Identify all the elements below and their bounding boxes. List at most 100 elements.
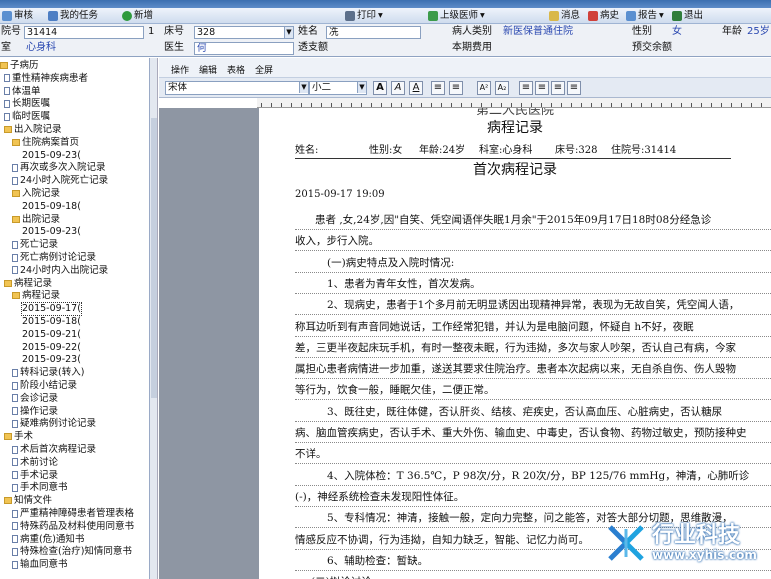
tree-item[interactable]: 术后首次病程记录	[12, 444, 96, 456]
ruler-tick	[391, 103, 392, 107]
brand-logo-icon	[608, 524, 644, 561]
message-button[interactable]: 消息	[549, 9, 580, 23]
senior-doctor-button[interactable]: 上级医师 ▾	[428, 9, 485, 23]
align-left-icon[interactable]: ≡	[519, 81, 533, 95]
admission-number-field[interactable]: 31414	[24, 26, 144, 39]
doctor-field[interactable]: 何	[194, 42, 294, 55]
tree-item[interactable]: 临时医嘱	[4, 111, 50, 123]
record-date-item[interactable]: 2015-09-23(	[22, 226, 81, 238]
scrollbar-thumb[interactable]	[151, 118, 157, 398]
record-date-item[interactable]: 2015-09-23(	[22, 354, 81, 366]
history-button[interactable]: 病史	[588, 9, 619, 23]
ruler-tick	[461, 103, 462, 107]
document-icon	[12, 381, 18, 390]
line-underline	[295, 292, 771, 294]
tree-item[interactable]: 出入院记录	[4, 124, 62, 136]
tree-item[interactable]: 死亡病例讨论记录	[12, 252, 96, 264]
document-icon	[12, 419, 18, 428]
tree-item[interactable]: 特殊检查(治疗)知情同意书	[12, 546, 132, 558]
tree-item[interactable]: 病程记录	[4, 278, 52, 290]
line-underline	[295, 271, 771, 273]
document-icon	[12, 458, 18, 467]
document-icon	[12, 407, 18, 416]
record-date-item[interactable]: 2015-09-17(	[21, 302, 82, 317]
tree-item[interactable]: 特殊药品及材料使用同意书	[12, 521, 134, 533]
envelope-icon	[549, 11, 559, 21]
bed-select[interactable]: 328 ▼	[194, 26, 294, 39]
tree-item[interactable]: 输血同意书	[12, 559, 68, 571]
folder-icon	[12, 190, 20, 197]
tree-item[interactable]: 长期医嘱	[4, 98, 50, 110]
font-size-select[interactable]: 小二 ▼	[309, 81, 367, 95]
line-underline	[295, 378, 771, 380]
doctor-label: 医生	[164, 42, 184, 53]
document-icon	[12, 163, 18, 172]
sidebar-scrollbar[interactable]	[150, 58, 158, 579]
subscript-button[interactable]: A₂	[495, 81, 509, 95]
align-justify-icon[interactable]: ≡	[567, 81, 581, 95]
italic-button[interactable]: A	[391, 81, 405, 95]
print-button[interactable]: 打印 ▾	[345, 9, 383, 23]
record-date-item[interactable]: 2015-09-18(	[22, 201, 81, 213]
ruler-tick	[491, 103, 492, 107]
tree-item[interactable]: 手术记录	[12, 470, 58, 482]
top-menu-bar	[0, 0, 771, 8]
name-label: 姓名	[298, 26, 318, 37]
report-button[interactable]: 报告 ▾	[626, 9, 664, 23]
menu-fullscreen[interactable]: 全屏	[255, 63, 273, 76]
tree-item[interactable]: 再次或多次入院记录	[12, 162, 106, 174]
exit-button[interactable]: 退出	[672, 9, 703, 23]
tree-item[interactable]: 死亡记录	[12, 239, 58, 251]
tree-item[interactable]: 24小时入院死亡记录	[12, 175, 108, 187]
menu-operate[interactable]: 操作	[171, 63, 189, 76]
tree-item[interactable]: 手术	[4, 431, 33, 443]
tree-item[interactable]: 24小时内入出院记录	[12, 265, 108, 277]
record-date-item[interactable]: 2015-09-21(	[22, 329, 81, 341]
category-value: 新医保普通住院	[503, 26, 573, 37]
department-value: 心身科	[26, 42, 56, 53]
review-button[interactable]: 审核	[2, 9, 33, 23]
align-right-icon[interactable]: ≡	[551, 81, 565, 95]
tree-item[interactable]: 阶段小结记录	[12, 380, 77, 392]
indent-icon[interactable]: ≡	[449, 81, 463, 95]
document-icon	[12, 471, 18, 480]
tree-item[interactable]: 病程记录	[12, 290, 60, 302]
tree-item[interactable]: 子病历	[0, 60, 39, 72]
font-name-select[interactable]: 宋体 ▼	[165, 81, 309, 95]
bed-label: 床号	[164, 26, 184, 37]
new-button[interactable]: 新增	[122, 9, 153, 23]
ruler-tick	[451, 103, 452, 107]
tree-item[interactable]: 术前讨论	[12, 457, 58, 469]
tree-item[interactable]: 操作记录	[12, 406, 58, 418]
report-icon	[626, 11, 636, 21]
tree-item[interactable]: 病重(危)通知书	[12, 534, 84, 546]
menu-table[interactable]: 表格	[227, 63, 245, 76]
folder-icon	[12, 138, 20, 146]
record-date-item[interactable]: 2015-09-23(	[22, 150, 81, 162]
tree-item[interactable]: 住院病案首页	[12, 137, 79, 149]
tree-item[interactable]: 体温单	[4, 86, 41, 98]
my-tasks-button[interactable]: 我的任务	[48, 9, 98, 23]
tree-item[interactable]: 入院记录	[12, 188, 60, 200]
menu-edit[interactable]: 编辑	[199, 63, 217, 76]
record-date-item[interactable]: 2015-09-18(	[22, 316, 81, 328]
align-list-icon[interactable]: ≡	[431, 81, 445, 95]
folder-icon	[4, 497, 12, 505]
tree-item[interactable]: 出院记录	[12, 214, 60, 226]
hospital-name: 第二人民医院	[475, 108, 554, 118]
tree-item[interactable]: 重性精神疾病患者	[4, 73, 88, 85]
tree-item[interactable]: 知情文件	[4, 495, 52, 507]
record-date-item[interactable]: 2015-09-22(	[22, 342, 81, 354]
age-value: 25岁	[747, 26, 770, 37]
ruler-tick	[301, 103, 302, 107]
tree-item[interactable]: 手术同意书	[12, 482, 68, 494]
align-center-icon[interactable]: ≡	[535, 81, 549, 95]
underline-button[interactable]: A	[409, 81, 423, 95]
tree-item[interactable]: 会诊记录	[12, 393, 58, 405]
tree-item[interactable]: 严重精神障碍患者管理表格	[12, 508, 134, 520]
name-field[interactable]: 冼	[326, 26, 421, 39]
bold-button[interactable]: A	[373, 81, 387, 95]
tree-item[interactable]: 转科记录(转入)	[12, 367, 84, 379]
superscript-button[interactable]: A²	[477, 81, 491, 95]
tree-item[interactable]: 疑难病例讨论记录	[12, 418, 96, 430]
